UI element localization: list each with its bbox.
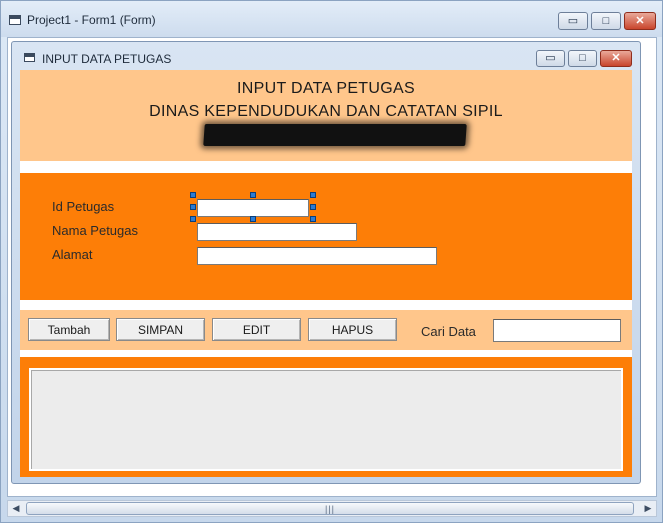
ide-close-button[interactable]: ✕	[624, 12, 656, 30]
resize-handle[interactable]	[250, 216, 256, 222]
nama-petugas-label: Nama Petugas	[52, 223, 138, 238]
alamat-input[interactable]	[197, 247, 437, 265]
ide-title-bar[interactable]: Project1 - Form1 (Form) ▭ □ ✕	[1, 1, 662, 37]
form-maximize-button[interactable]: □	[568, 50, 597, 67]
scroll-left-arrow-icon[interactable]: ◀	[8, 501, 24, 516]
resize-handle[interactable]	[310, 216, 316, 222]
form-client-area: INPUT DATA PETUGAS DINAS KEPENDUDUKAN DA…	[20, 70, 632, 477]
redacted-text	[203, 124, 467, 146]
id-petugas-label: Id Petugas	[52, 199, 115, 214]
scroll-right-arrow-icon[interactable]: ▶	[640, 501, 656, 516]
form-minimize-button[interactable]: ▭	[536, 50, 565, 67]
form-icon	[9, 15, 21, 25]
nama-petugas-input[interactable]	[197, 223, 357, 241]
hapus-button[interactable]: HAPUS	[308, 318, 397, 341]
simpan-button[interactable]: SIMPAN	[116, 318, 205, 341]
cari-data-label: Cari Data	[421, 324, 476, 339]
grid-panel	[20, 357, 632, 477]
form-title-bar[interactable]: INPUT DATA PETUGAS ▭ □ ✕	[12, 42, 640, 70]
form-window-title: INPUT DATA PETUGAS	[42, 52, 172, 66]
ide-window-title: Project1 - Form1 (Form)	[27, 13, 156, 27]
horizontal-scrollbar[interactable]: ◀ ||| ▶	[7, 500, 657, 517]
id-petugas-input[interactable]	[197, 199, 309, 217]
ide-maximize-button[interactable]: □	[591, 12, 621, 30]
ide-window: Project1 - Form1 (Form) ▭ □ ✕ INPUT DATA…	[0, 0, 663, 523]
resize-handle[interactable]	[190, 204, 196, 210]
resize-handle[interactable]	[310, 192, 316, 198]
tambah-button[interactable]: Tambah	[28, 318, 110, 341]
data-grid[interactable]	[29, 368, 623, 471]
form-icon	[24, 53, 35, 62]
button-panel: Tambah SIMPAN EDIT HAPUS Cari Data	[20, 310, 632, 350]
resize-handle[interactable]	[190, 192, 196, 198]
cari-data-input[interactable]	[493, 319, 621, 342]
resize-handle[interactable]	[310, 204, 316, 210]
form-close-button[interactable]: ✕	[600, 50, 632, 67]
scroll-thumb[interactable]: |||	[26, 502, 634, 515]
header-panel: INPUT DATA PETUGAS DINAS KEPENDUDUKAN DA…	[20, 70, 632, 161]
edit-button[interactable]: EDIT	[212, 318, 301, 341]
resize-handle[interactable]	[250, 192, 256, 198]
alamat-label: Alamat	[52, 247, 93, 262]
input-panel: Id Petugas Nama Petugas Alamat	[20, 173, 632, 300]
ide-minimize-button[interactable]: ▭	[558, 12, 588, 30]
header-title: INPUT DATA PETUGAS	[237, 80, 415, 97]
header-subtitle: DINAS KEPENDUDUKAN DAN CATATAN SIPIL	[149, 103, 503, 120]
form-window: INPUT DATA PETUGAS ▭ □ ✕ INPUT DATA PETU…	[11, 41, 641, 484]
resize-handle[interactable]	[190, 216, 196, 222]
